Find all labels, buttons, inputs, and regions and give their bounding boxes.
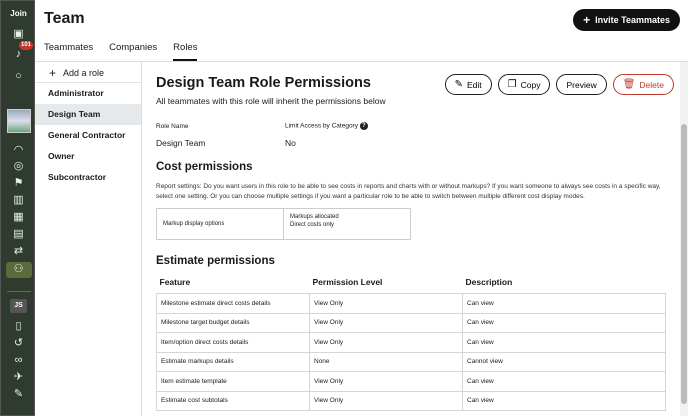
book-icon[interactable]: ▯: [11, 319, 26, 334]
pencil-icon: ✎: [454, 79, 464, 90]
limit-access-text: Limit Access by Category: [285, 122, 358, 130]
page-header: Team + Invite Teammates Teammates Compan…: [35, 0, 688, 62]
markup-display-label: Markup display options: [156, 208, 284, 240]
user-avatar[interactable]: JS: [10, 299, 27, 313]
team-tabs: Teammates Companies Roles: [44, 42, 198, 61]
preview-label: Preview: [566, 79, 597, 90]
feature-cell: Estimate markups details: [156, 351, 310, 372]
link-icon[interactable]: ∞: [11, 353, 26, 368]
plus-icon: +: [583, 13, 591, 27]
role-item-subcontractor[interactable]: Subcontractor: [35, 167, 141, 188]
table-row: Milestone estimate direct costs details …: [156, 293, 666, 314]
sidebar-toggle-icon[interactable]: ▣: [11, 27, 26, 42]
invite-teammates-button[interactable]: + Invite Teammates: [573, 9, 680, 31]
project-thumbnail[interactable]: [7, 109, 31, 133]
add-role-button[interactable]: + Add a role: [35, 63, 141, 83]
copy-label: Copy: [520, 79, 541, 90]
role-name-label: Role Name: [156, 123, 189, 130]
column-description: Description: [465, 277, 513, 287]
rocket-icon[interactable]: ✈: [11, 370, 26, 385]
level-cell: None: [309, 351, 463, 372]
table-row: Item/option direct costs details View On…: [156, 332, 666, 353]
check-icon[interactable]: ◎: [11, 159, 26, 174]
copy-button[interactable]: ❐ Copy: [497, 74, 551, 95]
tab-teammates[interactable]: Teammates: [44, 42, 93, 61]
vertical-scrollbar[interactable]: [680, 62, 688, 416]
copy-icon: ❐: [507, 79, 517, 90]
limit-access-label: Limit Access by Category ?: [285, 122, 368, 130]
document-icon[interactable]: ▤: [11, 227, 26, 242]
cost-permissions-heading: Cost permissions: [156, 161, 253, 173]
desc-cell: Can view: [462, 390, 666, 411]
desc-cell: Cannot view: [462, 351, 666, 372]
level-cell: View Only: [309, 390, 463, 411]
markup-display-values: Markups allocated Direct costs only: [283, 208, 411, 240]
delete-button[interactable]: 🗑 Delete: [612, 74, 674, 95]
dashboard-icon[interactable]: ◠: [11, 143, 26, 158]
direct-costs-only: Direct costs only: [290, 222, 335, 228]
edit-button[interactable]: ✎ Edit: [444, 74, 492, 95]
role-name-value: Design Team: [156, 138, 206, 148]
page-title: Team: [44, 10, 85, 27]
search-icon[interactable]: ○: [11, 69, 26, 84]
plus-icon: +: [49, 65, 57, 80]
role-item-general-contractor[interactable]: General Contractor: [35, 125, 141, 146]
settings-icon[interactable]: ✎: [11, 387, 26, 402]
estimate-permissions-table: Feature Permission Level Description Mil…: [156, 277, 666, 411]
level-cell: View Only: [309, 312, 463, 333]
feature-cell: Item/option direct costs details: [156, 332, 310, 353]
flag-icon[interactable]: ⚑: [11, 176, 26, 191]
help-icon[interactable]: ?: [359, 122, 368, 130]
table-row: Estimate markups details None Cannot vie…: [156, 351, 666, 372]
table-row: Milestone target budget details View Onl…: [156, 312, 666, 333]
role-item-administrator[interactable]: Administrator: [35, 83, 141, 104]
desc-cell: Can view: [462, 371, 666, 392]
cost-permissions-description: Report settings: Do you want users in th…: [156, 183, 661, 200]
desc-cell: Can view: [462, 332, 666, 353]
limit-access-value: No: [285, 138, 296, 148]
role-item-owner[interactable]: Owner: [35, 146, 141, 167]
feature-cell: Estimate cost subtotals: [156, 390, 310, 411]
table-row: Estimate cost subtotals View Only Can vi…: [156, 390, 666, 411]
rail-divider: [7, 291, 31, 292]
level-cell: View Only: [309, 293, 463, 314]
team-icon[interactable]: ⚇: [11, 262, 26, 277]
desc-cell: Can view: [462, 293, 666, 314]
notification-badge: 101: [19, 41, 34, 50]
scrollbar-thumb[interactable]: [681, 124, 687, 404]
edit-label: Edit: [467, 79, 482, 90]
role-item-design-team[interactable]: Design Team: [35, 104, 141, 125]
join-label[interactable]: Join: [1, 9, 36, 18]
transfer-icon[interactable]: ⇄: [11, 244, 26, 259]
tab-companies[interactable]: Companies: [109, 42, 157, 61]
feature-cell: Milestone estimate direct costs details: [156, 293, 310, 314]
tab-roles[interactable]: Roles: [173, 42, 198, 61]
trash-icon: 🗑: [622, 79, 636, 90]
invite-label: Invite Teammates: [595, 15, 670, 25]
desc-cell: Can view: [462, 312, 666, 333]
column-permission-level: Permission Level: [312, 277, 383, 287]
history-icon[interactable]: ↺: [11, 336, 26, 351]
feature-cell: Item estimate template: [156, 371, 310, 392]
estimate-permissions-heading: Estimate permissions: [156, 255, 275, 267]
calendar-icon[interactable]: ▦: [11, 210, 26, 225]
left-rail: Join ▣ ♪ 101 ○ ◠ ◎ ⚑ ▥ ▦ ▤ ⇄ ⚇ JS ▯ ↺ ∞ …: [0, 0, 35, 416]
role-permissions-panel: Design Team Role Permissions All teammat…: [142, 62, 680, 416]
roles-sidebar: + Add a role Administrator Design Team G…: [35, 62, 142, 416]
delete-label: Delete: [639, 79, 664, 90]
add-role-label: Add a role: [63, 67, 105, 78]
chart-icon[interactable]: ▥: [11, 193, 26, 208]
table-row: Item estimate template View Only Can vie…: [156, 371, 666, 392]
feature-cell: Milestone target budget details: [156, 312, 310, 333]
level-cell: View Only: [309, 371, 463, 392]
role-subtitle: All teammates with this role will inheri…: [156, 96, 386, 106]
role-title: Design Team Role Permissions: [156, 75, 371, 91]
level-cell: View Only: [309, 332, 463, 353]
markup-allocated: Markups allocated: [290, 214, 339, 220]
column-feature: Feature: [159, 277, 191, 287]
preview-button[interactable]: Preview: [556, 74, 607, 95]
role-actions: ✎ Edit ❐ Copy Preview 🗑 Delete: [444, 74, 674, 95]
